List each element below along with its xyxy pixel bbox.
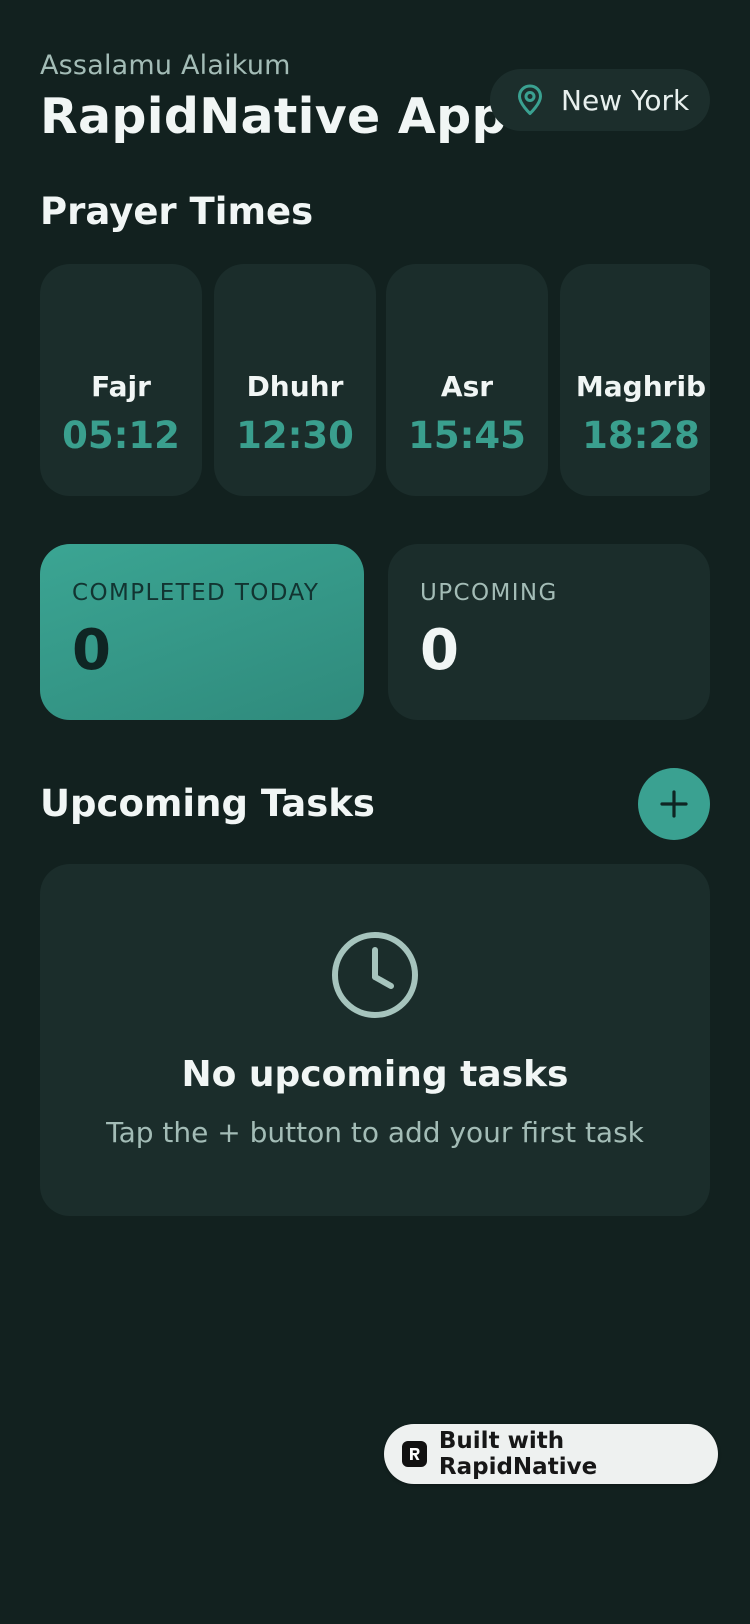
- prayer-times-carousel[interactable]: Fajr 05:12 Dhuhr 12:30 Asr 15:45 Maghrib…: [40, 264, 710, 496]
- add-task-button[interactable]: [638, 768, 710, 840]
- completed-today-label: COMPLETED TODAY: [72, 580, 320, 606]
- prayer-name: Asr: [440, 370, 494, 403]
- prayer-card-fajr[interactable]: Fajr 05:12: [40, 264, 202, 496]
- completed-today-card: COMPLETED TODAY 0: [40, 544, 364, 720]
- location-label: New York: [561, 83, 690, 117]
- prayer-card-dhuhr[interactable]: Dhuhr 12:30: [214, 264, 376, 496]
- app-title: RapidNative App: [40, 88, 507, 145]
- completed-today-count: 0: [72, 618, 111, 683]
- location-button[interactable]: New York: [490, 69, 710, 131]
- prayer-times-heading: Prayer Times: [40, 190, 314, 233]
- prayer-time: 18:28: [582, 414, 700, 457]
- prayer-name: Maghrib: [575, 370, 707, 403]
- clock-icon: [330, 930, 420, 1020]
- plus-icon: [659, 789, 689, 819]
- built-with-label: Built with RapidNative: [438, 1428, 598, 1480]
- upcoming-card: UPCOMING 0: [388, 544, 710, 720]
- empty-state-title: No upcoming tasks: [181, 1054, 569, 1095]
- built-with-badge[interactable]: Built with RapidNative: [384, 1424, 718, 1484]
- empty-state-subtitle: Tap the + button to add your first task: [106, 1116, 644, 1149]
- prayer-name: Fajr: [91, 370, 151, 403]
- upcoming-count: 0: [420, 618, 459, 683]
- rapidnative-logo-icon: [402, 1441, 427, 1467]
- greeting-text: Assalamu Alaikum: [40, 50, 291, 81]
- location-pin-icon: [516, 84, 544, 116]
- empty-tasks-card: No upcoming tasks Tap the + button to ad…: [40, 864, 710, 1216]
- prayer-time: 12:30: [236, 414, 354, 457]
- upcoming-tasks-heading: Upcoming Tasks: [40, 782, 375, 825]
- upcoming-label: UPCOMING: [420, 580, 558, 606]
- prayer-card-maghrib[interactable]: Maghrib 18:28: [560, 264, 710, 496]
- prayer-name: Dhuhr: [246, 370, 344, 403]
- prayer-time: 15:45: [408, 414, 526, 457]
- prayer-card-asr[interactable]: Asr 15:45: [386, 264, 548, 496]
- prayer-time: 05:12: [62, 414, 180, 457]
